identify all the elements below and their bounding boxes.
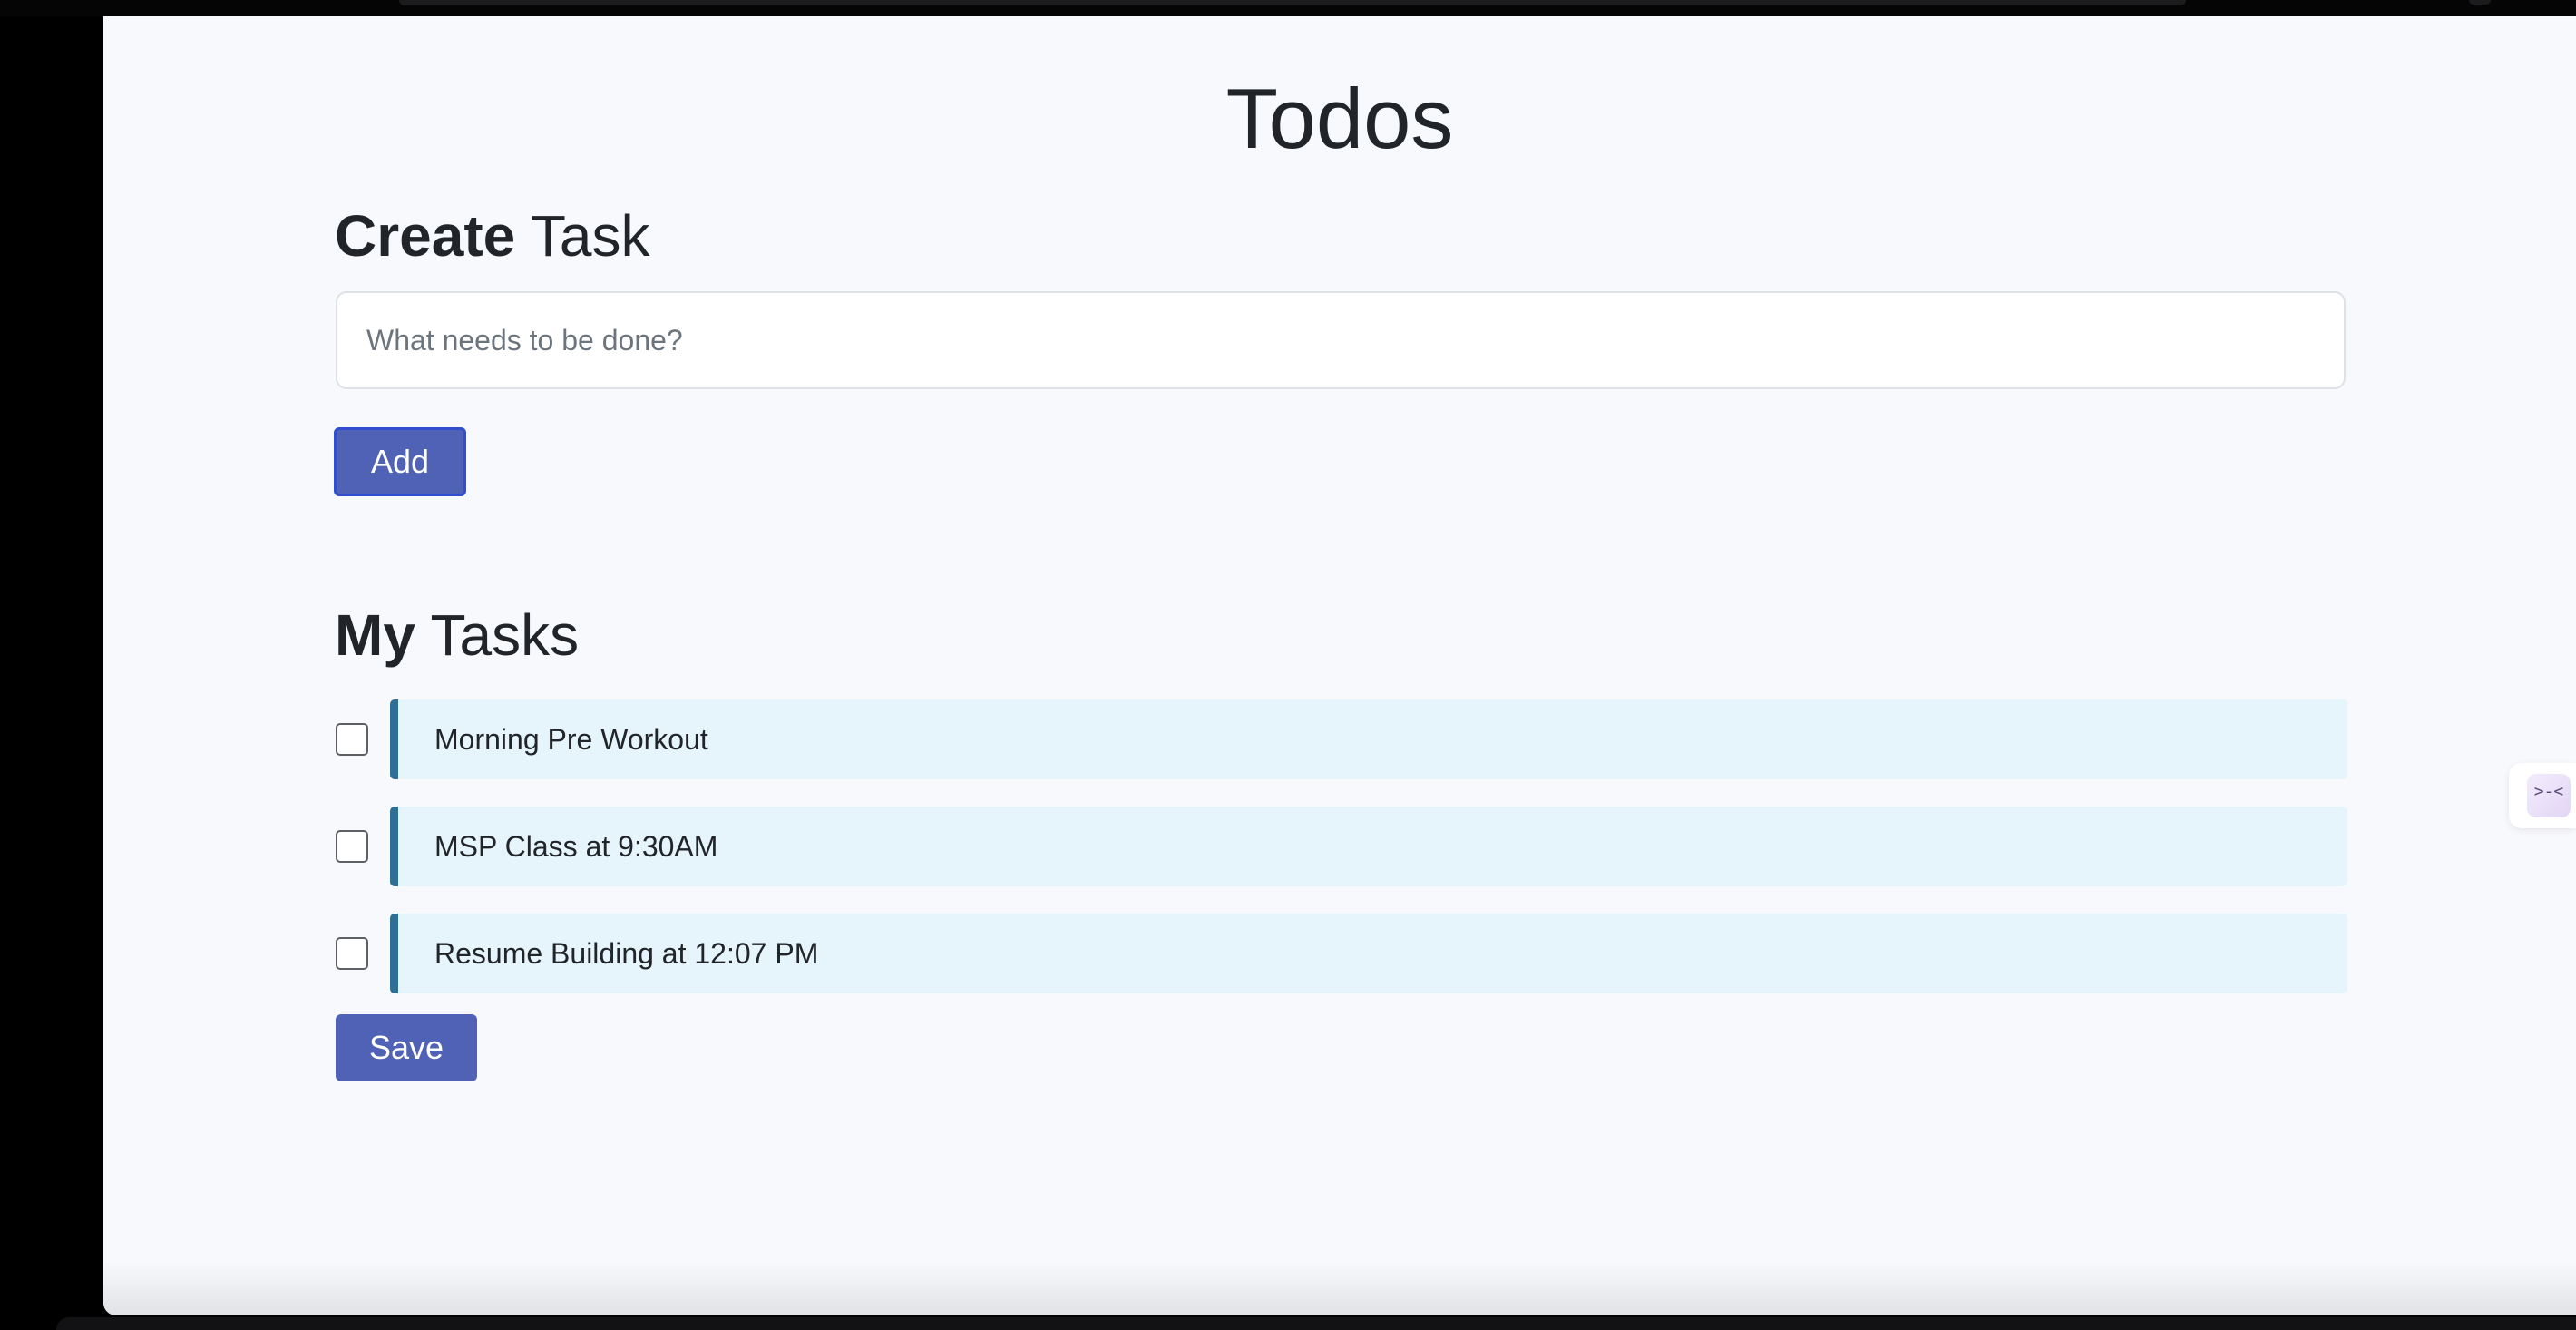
create-task-heading-bold: Create	[335, 203, 516, 269]
top-right-indicator	[2469, 0, 2491, 5]
task-label[interactable]: Morning Pre Workout	[390, 699, 2347, 779]
page-title: Todos	[1225, 71, 1454, 166]
side-extension-widget[interactable]: >-<	[2509, 763, 2576, 828]
task-checkbox[interactable]	[336, 937, 368, 970]
task-row: MSP Class at 9:30AM	[336, 807, 2347, 886]
my-tasks-heading: My Tasks	[335, 599, 579, 671]
save-button[interactable]: Save	[336, 1014, 477, 1081]
top-bar-pill	[399, 0, 2186, 5]
new-task-input[interactable]	[336, 291, 2346, 389]
task-label[interactable]: Resume Building at 12:07 PM	[390, 914, 2347, 993]
create-task-heading: Create Task	[335, 200, 649, 272]
task-row: Morning Pre Workout	[336, 699, 2347, 779]
app-page: Todos Create Task Add My Tasks Morning P…	[103, 16, 2576, 1315]
collapse-arrows-icon: >-<	[2527, 774, 2571, 817]
my-tasks-heading-rest: Tasks	[415, 602, 580, 668]
task-checkbox[interactable]	[336, 723, 368, 756]
window-top-bar	[0, 0, 2576, 16]
bottom-bar	[56, 1317, 2576, 1330]
task-row: Resume Building at 12:07 PM	[336, 914, 2347, 993]
create-task-heading-rest: Task	[515, 203, 650, 269]
task-checkbox[interactable]	[336, 830, 368, 863]
task-label[interactable]: MSP Class at 9:30AM	[390, 807, 2347, 886]
add-task-button[interactable]: Add	[334, 427, 466, 496]
my-tasks-heading-bold: My	[335, 602, 415, 668]
